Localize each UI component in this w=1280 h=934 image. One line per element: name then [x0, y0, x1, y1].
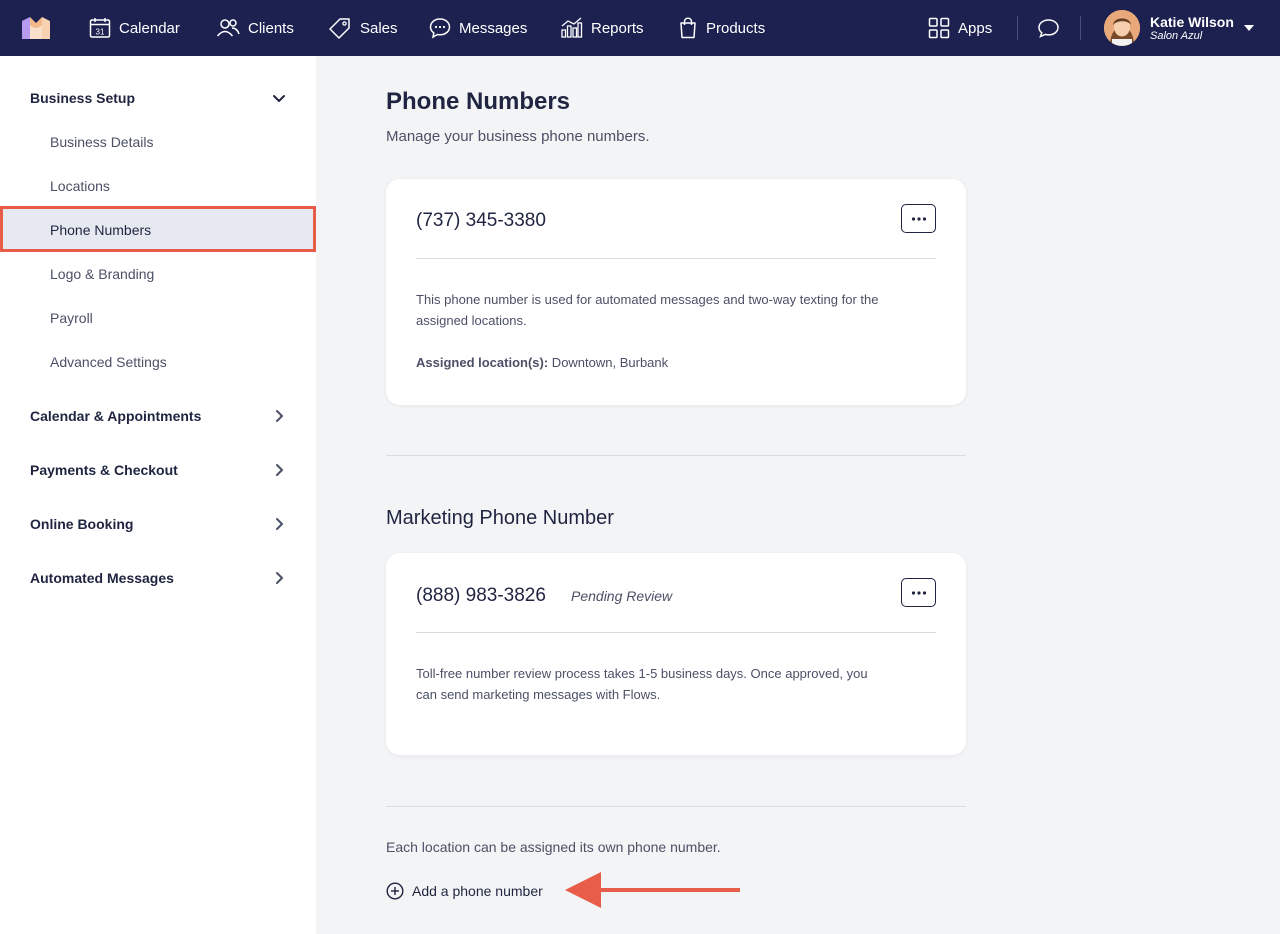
nav-label-sales: Sales [360, 19, 398, 37]
card-divider [416, 632, 936, 633]
sidebar-section-payments-checkout[interactable]: Payments & Checkout [30, 462, 178, 478]
marketing-phone-card: (888) 983-3826 Pending Review Toll-free … [386, 553, 966, 755]
sidebar-item-label: Phone Numbers [50, 222, 152, 238]
phone-number: (737) 345-3380 [416, 210, 546, 231]
phone-description: This phone number is used for automated … [416, 292, 879, 328]
user-menu[interactable]: Katie Wilson Salon Azul [1104, 10, 1254, 46]
nav-clients[interactable]: Clients [216, 0, 294, 56]
calendar-icon: 31 [89, 18, 111, 38]
assigned-locations: Assigned location(s): Downtown, Burbank [416, 355, 668, 370]
top-navigation-bar: 31 Calendar Clients Sales Messages Repor… [0, 0, 1280, 56]
nav-label-products: Products [706, 19, 766, 37]
sidebar-section-automated-messages[interactable]: Automated Messages [30, 570, 174, 586]
chevron-right-icon[interactable] [272, 517, 286, 531]
add-phone-number-label: Add a phone number [412, 883, 543, 899]
chevron-right-icon[interactable] [272, 409, 286, 423]
apps-grid-icon [928, 17, 950, 39]
assigned-locations-label: Assigned location(s): [416, 355, 549, 370]
chevron-right-icon[interactable] [272, 571, 286, 585]
tag-icon [329, 18, 350, 39]
sidebar-item-logo-branding[interactable]: Logo & Branding [50, 266, 154, 282]
chevron-right-icon[interactable] [272, 463, 286, 477]
section-divider [386, 455, 966, 456]
caret-down-icon[interactable] [1243, 24, 1255, 32]
chevron-down-icon[interactable] [272, 94, 286, 104]
clients-icon [216, 19, 240, 37]
marketing-section-title: Marketing Phone Number [386, 507, 614, 529]
add-phone-number-button[interactable]: Add a phone number [386, 880, 543, 902]
nav-sales[interactable]: Sales [328, 0, 398, 56]
bar-chart-icon [561, 17, 583, 38]
nav-calendar[interactable]: 31 Calendar [89, 0, 180, 56]
phone-number: (888) 983-3826 [416, 585, 546, 606]
avatar[interactable] [1104, 10, 1140, 46]
annotation-arrow-icon [565, 872, 740, 908]
sidebar-item-locations[interactable]: Locations [50, 178, 110, 194]
section-divider [386, 806, 966, 807]
nav-label-messages: Messages [459, 19, 528, 37]
nav-label-reports: Reports [591, 19, 644, 37]
sidebar-item-phone-numbers[interactable]: Phone Numbers [0, 206, 316, 252]
calendar-day-number: 31 [96, 28, 105, 37]
nav-divider [1017, 16, 1018, 40]
phone-description: Toll-free number review process takes 1-… [416, 666, 868, 702]
sidebar-section-business-setup[interactable]: Business Setup [30, 90, 135, 106]
sidebar-section-calendar-appointments[interactable]: Calendar & Appointments [30, 408, 201, 424]
status-badge: Pending Review [571, 588, 673, 604]
plus-circle-icon [386, 882, 404, 900]
primary-phone-card: (737) 345-3380 This phone number is used… [386, 179, 966, 405]
nav-messages[interactable]: Messages [429, 0, 527, 56]
sidebar-item-business-details[interactable]: Business Details [50, 134, 154, 150]
footer-note: Each location can be assigned its own ph… [386, 839, 721, 855]
shopping-bag-icon [680, 17, 696, 39]
page-subtitle: Manage your business phone numbers. [386, 128, 650, 145]
avatar-image [1104, 10, 1140, 46]
ellipsis-icon [911, 216, 926, 221]
speech-bubble-icon [1038, 19, 1059, 38]
nav-reports[interactable]: Reports [560, 0, 644, 56]
sidebar-item-advanced-settings[interactable]: Advanced Settings [50, 354, 167, 370]
more-options-button[interactable] [901, 204, 936, 233]
app-logo-icon[interactable] [22, 17, 50, 39]
nav-apps[interactable]: Apps [928, 0, 992, 56]
settings-sidebar: Business Setup Business Details Location… [0, 56, 316, 934]
chat-bubble-icon [429, 18, 451, 39]
nav-chat-button[interactable] [1037, 0, 1068, 56]
ellipsis-icon [911, 590, 926, 595]
nav-label-apps: Apps [958, 19, 993, 37]
page-title: Phone Numbers [386, 88, 571, 115]
more-options-button[interactable] [901, 578, 936, 607]
business-name: Salon Azul [1150, 29, 1203, 42]
user-name: Katie Wilson [1150, 13, 1234, 30]
assigned-locations-value: Downtown, Burbank [548, 355, 669, 370]
user-info: Katie Wilson Salon Azul [1150, 14, 1234, 43]
nav-label-calendar: Calendar [119, 19, 180, 37]
card-divider [416, 258, 936, 259]
nav-divider [1080, 16, 1081, 40]
sidebar-section-online-booking[interactable]: Online Booking [30, 516, 133, 532]
nav-products[interactable]: Products [678, 0, 765, 56]
nav-label-clients: Clients [248, 19, 294, 37]
sidebar-item-payroll[interactable]: Payroll [50, 310, 93, 326]
